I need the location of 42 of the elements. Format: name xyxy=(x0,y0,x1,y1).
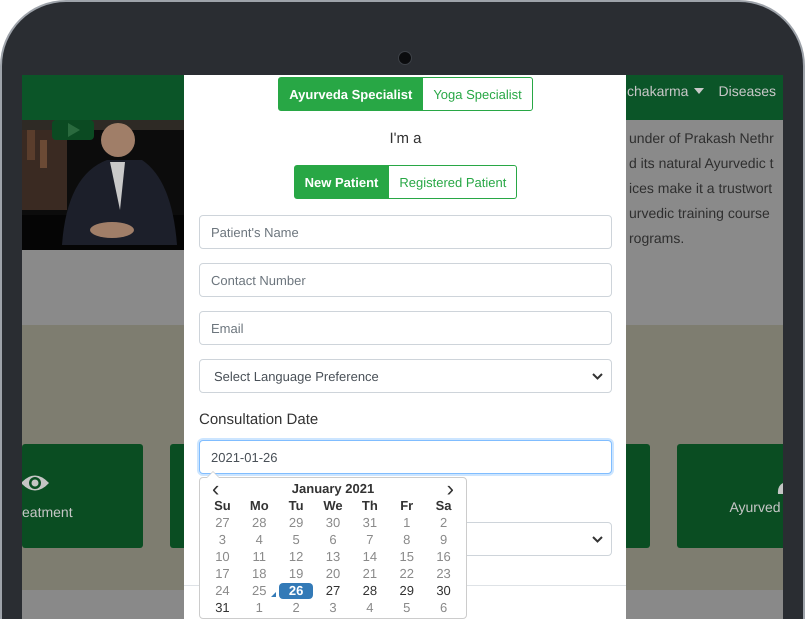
input-field[interactable]: Contact Number xyxy=(199,263,612,297)
calendar-day[interactable]: 29 xyxy=(390,582,424,598)
weekday-label: Su xyxy=(213,498,232,513)
chevron-icon xyxy=(592,536,603,542)
nav-link[interactable]: Diseases xyxy=(718,82,776,98)
input-field[interactable]: Patient's Name xyxy=(199,215,612,249)
input-field[interactable]: Email xyxy=(199,311,612,345)
field-label: Consultation Date xyxy=(199,410,320,430)
calendar-day[interactable]: 27 xyxy=(316,582,350,598)
card-label: eatment xyxy=(22,504,73,520)
card-label: Ayurved xyxy=(729,499,781,515)
weekday-label: Sa xyxy=(434,498,453,513)
patient-type-toggle[interactable]: Registered Patient xyxy=(388,165,518,199)
intro-text: urvedic training course xyxy=(629,204,771,223)
caret-icon xyxy=(694,88,704,94)
intro-text: rograms. xyxy=(629,229,686,248)
camera-icon xyxy=(398,51,412,65)
date-field[interactable]: 2021-01-26 xyxy=(199,440,612,474)
specialist-toggle[interactable]: Yoga Specialist xyxy=(422,77,533,111)
weekday-label: Mo xyxy=(248,498,270,513)
previous-month-button[interactable]: ‹ xyxy=(212,480,220,498)
calendar-day[interactable]: 30 xyxy=(426,582,461,598)
intro-text: under of Prakash Nethr xyxy=(629,129,774,148)
weekday-label: Fr xyxy=(399,498,414,513)
next-month-button[interactable]: › xyxy=(446,480,454,498)
intro-text: d its natural Ayurvedic t xyxy=(629,154,774,173)
calendar-day[interactable]: 28 xyxy=(352,582,387,598)
patient-type-toggle[interactable]: New Patient xyxy=(294,165,390,199)
intro-text: ices make it a trustwort xyxy=(629,179,774,198)
calendar-day[interactable]: 31 xyxy=(205,600,240,616)
service-card[interactable]: Ayurved xyxy=(677,444,783,548)
chevron-icon xyxy=(592,372,603,380)
prompt-text: I'm a xyxy=(388,129,423,149)
service-card[interactable]: eatment xyxy=(22,444,143,548)
weekday-label: Tu xyxy=(288,498,305,513)
calendar-day[interactable]: 26 xyxy=(279,582,314,598)
select-field[interactable]: Select Language Preference xyxy=(199,359,612,393)
weekday-label: Th xyxy=(360,498,379,513)
weekday-label: We xyxy=(322,498,344,513)
specialist-toggle[interactable]: Ayurveda Specialist xyxy=(278,77,424,111)
nav-link[interactable]: chakarma xyxy=(627,82,704,98)
month-title[interactable]: January 2021 xyxy=(292,481,374,496)
